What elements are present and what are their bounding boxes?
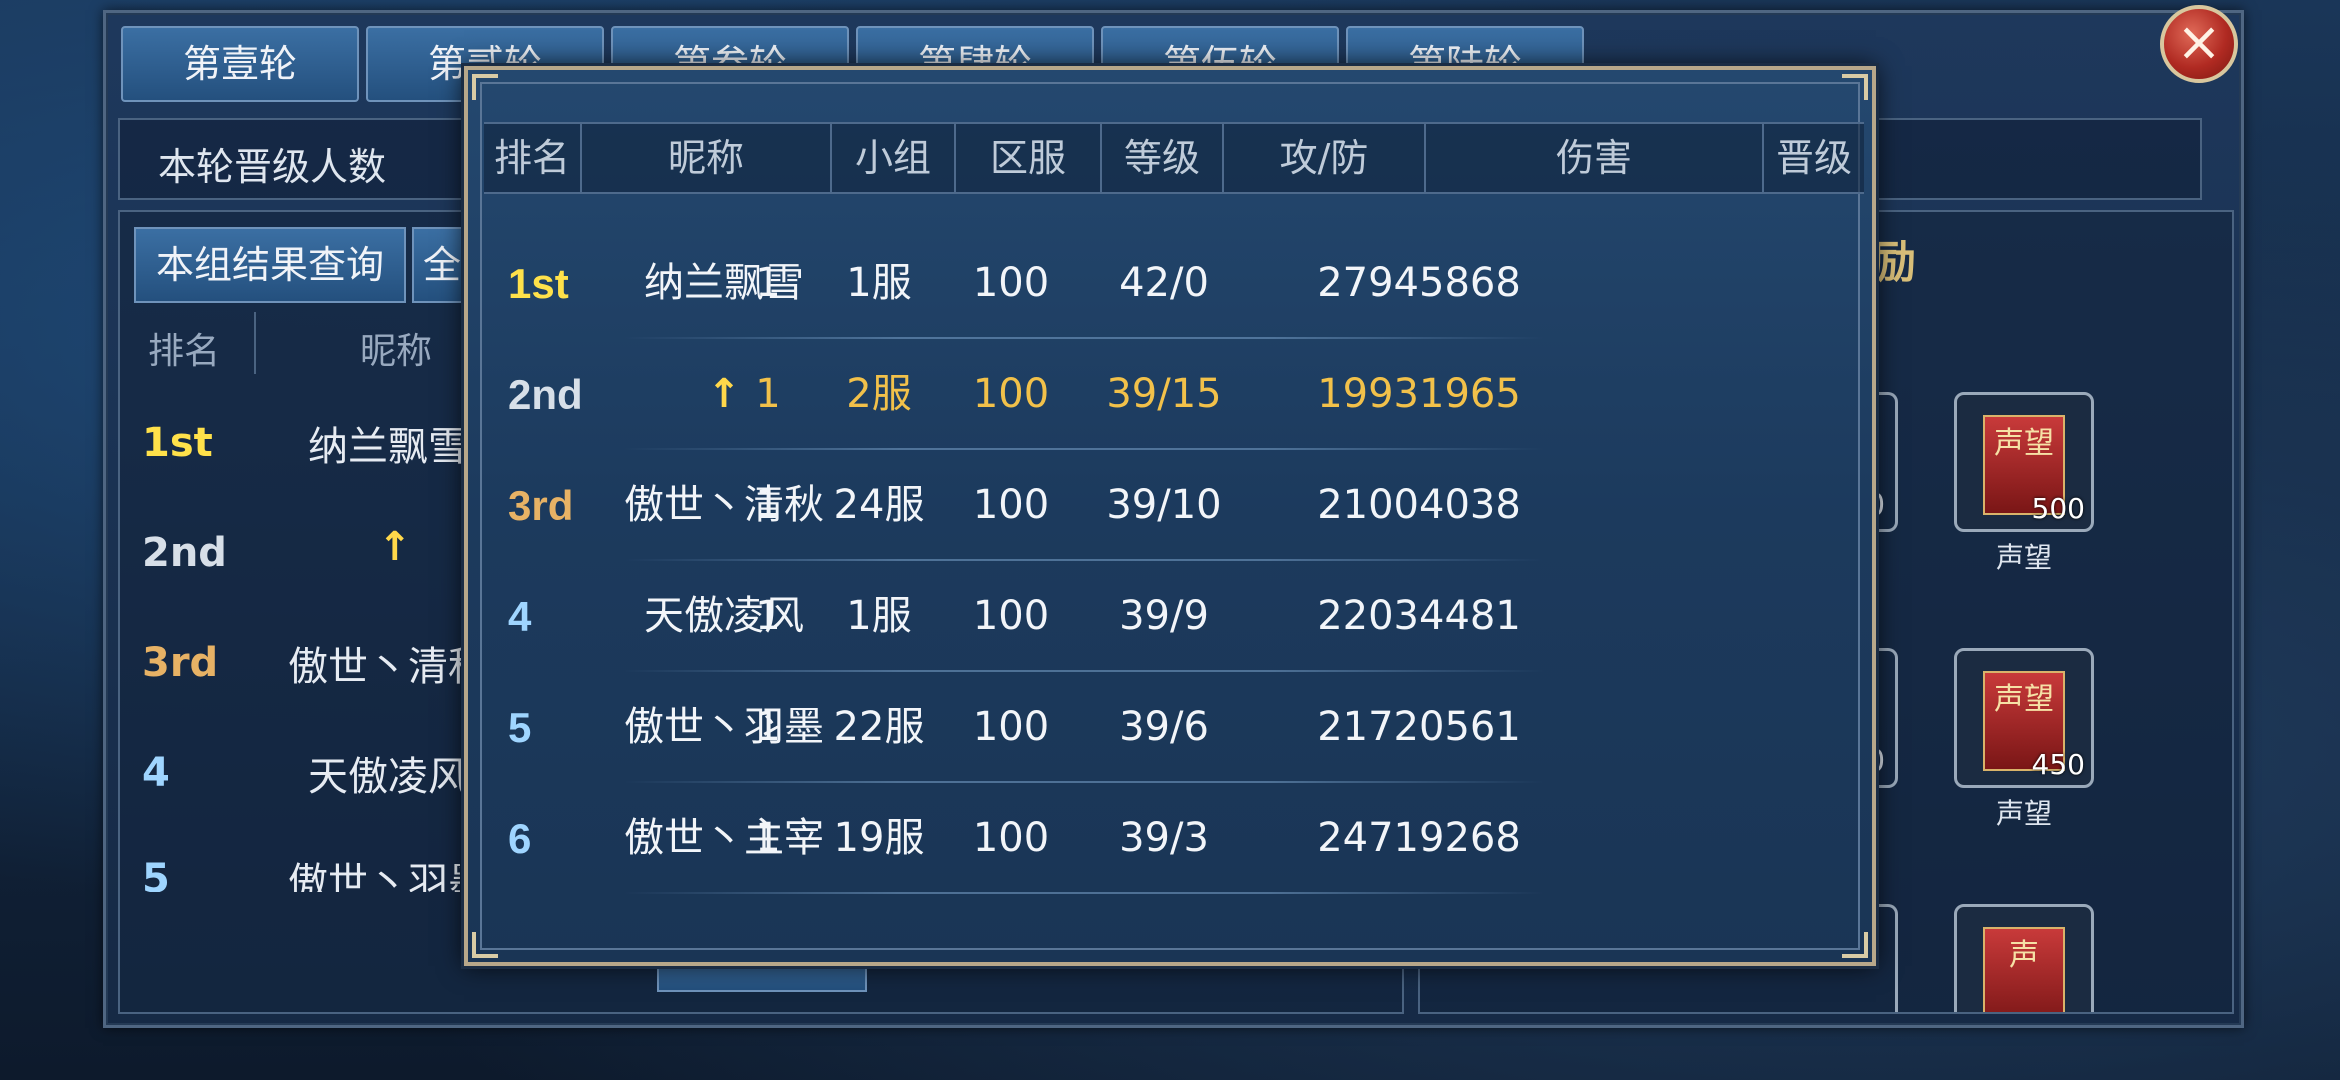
banner-icon: 声 xyxy=(1983,927,2065,1012)
player-name: 傲世丶清秋 xyxy=(288,644,488,690)
player-name: 天傲凌风 xyxy=(308,754,468,800)
banner-text: 声望 xyxy=(1994,682,2054,717)
atk-def-cell: 39/10 xyxy=(1106,482,1222,528)
server-cell: 24服 xyxy=(833,482,925,528)
atk-def-cell: 39/6 xyxy=(1119,704,1209,750)
reward-quantity: 500 xyxy=(2031,492,2085,525)
atk-def-cell: 39/9 xyxy=(1119,593,1209,639)
tab-round-1[interactable]: 第壹轮 xyxy=(121,26,359,102)
list-item[interactable]: 4 天傲凌风 xyxy=(120,726,468,816)
table-row[interactable]: 5 傲世丶羽墨 1 22服 100 39/6 21720561 xyxy=(484,672,1864,783)
level-cell: 100 xyxy=(972,260,1050,306)
player-name: 傲世丶羽墨 xyxy=(288,860,460,892)
list-item[interactable]: 2nd ↑ xyxy=(120,506,460,596)
level-cell: 100 xyxy=(972,593,1050,639)
level-cell: 100 xyxy=(972,371,1050,417)
server-cell: 1服 xyxy=(846,593,912,639)
rank-label: 5 xyxy=(142,856,170,892)
header-atk-def: 攻/防 xyxy=(1224,124,1426,192)
banner-text: 声 xyxy=(2009,938,2039,973)
tab-all-results[interactable]: 全 xyxy=(412,227,472,303)
atk-def-cell: 39/15 xyxy=(1106,371,1222,417)
reward-slot[interactable]: 声望 500 xyxy=(1954,392,2094,532)
column-header-rank: 排名 xyxy=(148,331,221,372)
atk-def-cell: 42/0 xyxy=(1119,260,1209,306)
rank-label: 6 xyxy=(508,815,532,862)
rank-label: 3rd xyxy=(142,640,219,686)
rank-label: 2nd xyxy=(142,530,227,576)
header-divider xyxy=(254,312,256,374)
reward-quantity: 450 xyxy=(2031,748,2085,781)
header-rank: 排名 xyxy=(484,124,582,192)
header-damage: 伤害 xyxy=(1426,124,1764,192)
rank-label: 1st xyxy=(142,420,213,466)
header-group: 小组 xyxy=(832,124,956,192)
player-name: 纳兰飘雪 xyxy=(308,424,468,470)
column-header-name: 昵称 xyxy=(360,331,433,372)
rank-label: 4 xyxy=(142,750,170,796)
damage-cell: 27945868 xyxy=(1317,260,1521,306)
corner-ornament xyxy=(1842,932,1868,958)
level-cell: 100 xyxy=(972,482,1050,528)
corner-ornament xyxy=(1842,74,1868,100)
tab-group-results[interactable]: 本组结果查询 xyxy=(134,227,406,303)
promotion-count-label: 本轮晋级人数 xyxy=(158,145,387,189)
damage-cell: 19931965 xyxy=(1317,371,1521,417)
server-cell: 1服 xyxy=(846,260,912,306)
server-cell: 19服 xyxy=(833,815,925,861)
table-row[interactable]: 1st 纳兰飘雪 1 1服 100 42/0 27945868 xyxy=(484,228,1864,339)
server-cell: 22服 xyxy=(833,704,925,750)
reward-label: 声望 xyxy=(1995,797,2052,830)
reward-slot[interactable]: 声望 450 xyxy=(1954,648,2094,788)
level-cell: 100 xyxy=(972,704,1050,750)
table-header: 排名 昵称 小组 区服 等级 攻/防 伤害 晋级 xyxy=(484,122,1864,194)
close-icon: × xyxy=(2176,10,2222,73)
damage-cell: 22034481 xyxy=(1317,593,1521,639)
list-item[interactable]: 1st 纳兰飘雪 xyxy=(120,396,468,486)
damage-cell: 21720561 xyxy=(1317,704,1521,750)
row-divider xyxy=(624,892,1544,894)
level-cell: 100 xyxy=(972,815,1050,861)
rank-label: 5 xyxy=(508,704,532,751)
rank-label: 1st xyxy=(508,260,569,307)
list-item[interactable]: 3rd 傲世丶清秋 xyxy=(120,616,488,706)
header-level: 等级 xyxy=(1102,124,1224,192)
reward-slot[interactable]: 声 xyxy=(1954,904,2094,1012)
list-item[interactable]: 5 傲世丶羽墨 xyxy=(120,832,460,892)
damage-cell: 24719268 xyxy=(1317,815,1521,861)
banner-text: 声望 xyxy=(1994,426,2054,461)
header-server: 区服 xyxy=(956,124,1102,192)
rewards-title: 励 xyxy=(1872,237,1916,288)
table-row[interactable]: 4 天傲凌风 1 1服 100 39/9 22034481 xyxy=(484,561,1864,672)
header-promotion: 晋级 xyxy=(1775,136,1852,180)
player-name: ↑ xyxy=(378,524,412,570)
table-row[interactable]: 2nd ↑ 1 2服 100 39/15 19931965 xyxy=(484,339,1864,450)
corner-ornament xyxy=(472,932,498,958)
corner-ornament xyxy=(472,74,498,100)
atk-def-cell: 39/3 xyxy=(1119,815,1209,861)
damage-cell: 21004038 xyxy=(1317,482,1521,528)
server-cell: 2服 xyxy=(846,371,912,417)
header-name: 昵称 xyxy=(582,124,832,192)
rank-label: 4 xyxy=(508,593,532,640)
table-row[interactable]: 3rd 傲世丶清秋 1 24服 100 39/10 21004038 xyxy=(484,450,1864,561)
ranking-detail-dialog: 排名 昵称 小组 区服 等级 攻/防 伤害 晋级 1st 纳兰飘雪 1 1服 1… xyxy=(464,66,1876,966)
table-row[interactable]: 6 傲世丶主宰 1 19服 100 39/3 24719268 xyxy=(484,783,1864,894)
close-button[interactable]: × xyxy=(2160,5,2238,83)
reward-label: 声望 xyxy=(1995,541,2052,574)
